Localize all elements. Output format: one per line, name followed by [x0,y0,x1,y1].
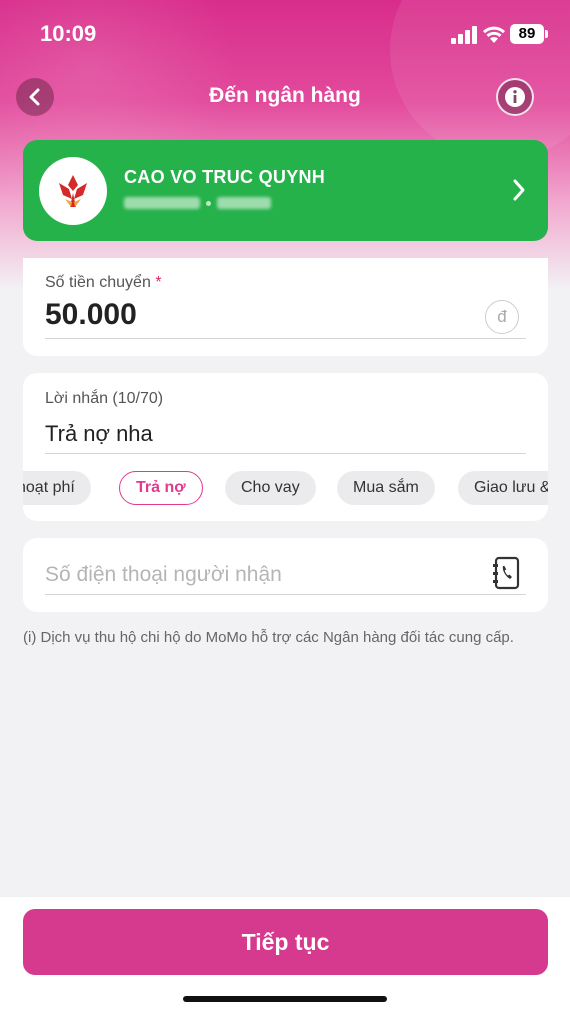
contact-book-icon[interactable] [492,556,522,590]
recipient-bank-card[interactable]: CAO VO TRUC QUYNH [23,140,548,241]
message-suggestions: hoạt phí Trả nợ Cho vay Mua sắm Giao lưu… [23,471,548,505]
home-indicator [183,996,387,1002]
message-card: Lời nhắn (10/70) Trả nợ nha hoạt phí Trả… [23,373,548,521]
cellular-signal-icon [451,26,479,44]
amount-input[interactable]: 50.000 [45,298,137,332]
battery-icon: 89 [510,24,548,44]
phone-underline [45,594,526,595]
message-label: Lời nhắn (10/70) [45,390,164,407]
message-underline [45,453,526,454]
info-button[interactable] [496,78,534,116]
bank-logo [39,157,107,225]
recipient-name: CAO VO TRUC QUYNH [124,167,326,187]
required-mark: * [155,274,162,291]
status-time: 10:09 [40,21,97,46]
message-input[interactable]: Trả nợ nha [45,421,153,447]
service-note: (i) Dịch vụ thu hộ chi hộ do MoMo hỗ trợ… [23,629,514,646]
chip-suggestion[interactable]: Mua sắm [337,471,435,505]
chip-suggestion[interactable]: hoạt phí [23,471,91,505]
account-number-redacted [124,197,271,209]
continue-button[interactable]: Tiếp tục [23,909,548,975]
phone-input[interactable]: Số điện thoại người nhận [45,563,282,587]
amount-underline [45,338,526,339]
chevron-right-icon [513,179,525,201]
bank-lotus-icon [59,175,87,207]
bottom-bar: Tiếp tục [0,897,570,1014]
info-icon [505,87,525,107]
chip-suggestion[interactable]: Giao lưu & [458,471,548,505]
currency-icon: đ [485,300,519,334]
status-bar: 10:09 89 [0,0,570,70]
page-title: Đến ngân hàng [209,84,361,107]
chip-suggestion-selected[interactable]: Trả nợ [119,471,203,505]
amount-card: Số tiền chuyển * 50.000 đ [23,258,548,356]
chip-suggestion[interactable]: Cho vay [225,471,316,505]
wifi-icon [483,26,505,43]
amount-label: Số tiền chuyển * [45,274,162,291]
phone-card: Số điện thoại người nhận [23,538,548,612]
